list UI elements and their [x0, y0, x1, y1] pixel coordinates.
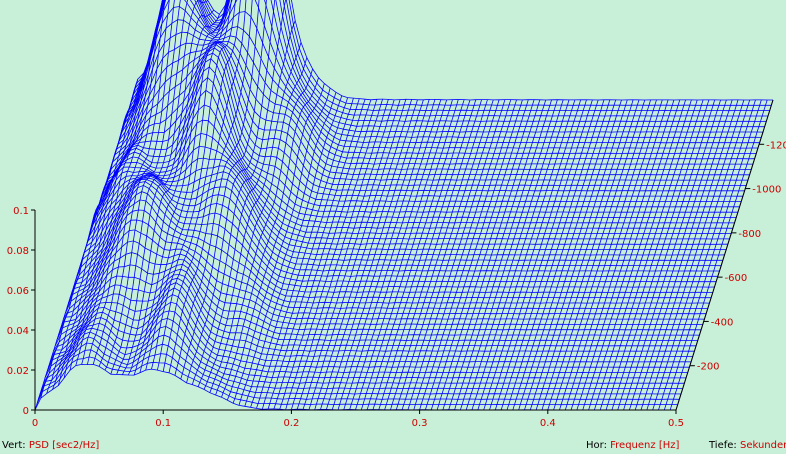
surface-plot: 0 0.1 0.2 0.3 0.4 0.5 0 0.02 0.04 0.06 0.08 0.1 -200… — [0, 0, 786, 454]
frequency-tick-label: 0 — [32, 418, 38, 429]
mesh-depth-slice — [83, 171, 725, 256]
frequency-tick-label: 0.5 — [668, 418, 684, 429]
psd-tick-label: 0 — [23, 406, 29, 417]
status-horizontal-value: Frequenz [Hz] — [610, 440, 680, 451]
mesh-frequency-line — [244, 95, 343, 407]
frequency-tick-label: 0.3 — [412, 418, 428, 429]
frequency-tick-label: 0.1 — [155, 418, 171, 429]
status-horizontal-axis: Hor: Frequenz [Hz] — [586, 438, 679, 454]
mesh-depth-slice — [84, 165, 727, 251]
psd-tick-label: 0.08 — [7, 246, 29, 257]
psd-tick-label: 0.02 — [7, 366, 29, 377]
mesh-frequency-line — [57, 37, 156, 386]
mesh-frequency-line — [261, 98, 360, 410]
status-depth-axis: Tiefe: Sekunden — [709, 438, 786, 454]
depth-tick-label: -800 — [738, 229, 761, 240]
frequency-tick-label: 0.4 — [540, 418, 556, 429]
status-vertical-value: PSD [sec2/Hz] — [28, 440, 100, 451]
depth-tick-label: -600 — [725, 273, 748, 284]
psd-tick-label: 0.1 — [13, 206, 29, 217]
status-vertical-prefix: Vert: — [2, 440, 26, 451]
mesh-depth-slice — [114, 6, 757, 154]
status-depth-prefix: Tiefe: — [709, 440, 737, 451]
psd-tick-label: 0.04 — [7, 326, 29, 337]
surface-plot-svg: 0 0.1 0.2 0.3 0.4 0.5 0 0.02 0.04 0.06 0.08 0.1 -200… — [7, 0, 786, 429]
depth-tick-label: -1000 — [752, 185, 781, 196]
surface-mesh — [34, 0, 774, 411]
frequency-tick-label: 0.2 — [283, 418, 299, 429]
status-horizontal-prefix: Hor: — [586, 440, 607, 451]
status-vertical-axis: Vert: PSD [sec2/Hz] — [2, 438, 99, 454]
depth-tick-label: -400 — [711, 317, 734, 328]
depth-tick-label: -200 — [697, 362, 720, 373]
depth-tick-label: -1200 — [766, 140, 786, 151]
status-depth-value: Sekunden — [739, 440, 786, 451]
mesh-frequency-line — [279, 99, 378, 410]
status-bar: Vert: PSD [sec2/Hz] Hor: Frequenz [Hz] T… — [0, 438, 786, 454]
psd-tick-label: 0.06 — [7, 286, 29, 297]
